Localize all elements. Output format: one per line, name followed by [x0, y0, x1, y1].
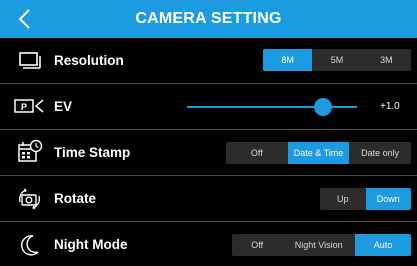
time-stamp-selector: Off Date & Time Date only	[226, 142, 411, 164]
time-stamp-option[interactable]: Date & Time	[287, 142, 350, 164]
rotate-selector: Up Down	[320, 188, 411, 210]
night-mode-row: Night Mode Off Night Vision Auto	[0, 222, 417, 266]
time-stamp-label: Time Stamp	[54, 145, 131, 160]
resolution-label: Resolution	[54, 53, 124, 68]
rotate-label: Rotate	[54, 191, 97, 206]
rotate-option[interactable]: Down	[365, 188, 411, 210]
rotate-row: Rotate Up Down	[0, 176, 417, 221]
night-mode-option[interactable]: Off	[232, 234, 282, 256]
night-mode-option[interactable]: Auto	[355, 234, 411, 256]
ev-value: +1.0	[380, 101, 400, 112]
chevron-left-icon	[18, 9, 30, 29]
ev-slider-thumb[interactable]	[314, 98, 332, 116]
resolution-icon	[17, 47, 43, 73]
calendar-clock-icon	[17, 139, 43, 165]
resolution-option[interactable]: 5M	[312, 49, 361, 71]
camera-setting-screen: CAMERA SETTING Resolution 8M 5M 3M P EV	[0, 0, 417, 266]
resolution-row: Resolution 8M 5M 3M	[0, 38, 417, 83]
ev-slider[interactable]	[187, 84, 357, 129]
time-stamp-option[interactable]: Off	[226, 142, 288, 164]
night-mode-selector: Off Night Vision Auto	[232, 234, 411, 256]
svg-text:P: P	[21, 102, 27, 112]
ev-label: EV	[54, 99, 73, 114]
header-bar: CAMERA SETTING	[0, 0, 417, 38]
ev-row: P EV +1.0	[0, 84, 417, 129]
resolution-selector: 8M 5M 3M	[263, 49, 411, 71]
resolution-option[interactable]: 8M	[263, 49, 313, 71]
rotate-camera-icon	[17, 186, 43, 212]
ev-icon: P	[14, 93, 46, 119]
rotate-option[interactable]: Up	[320, 188, 366, 210]
moon-icon	[17, 232, 43, 258]
night-mode-option[interactable]: Night Vision	[282, 234, 355, 256]
time-stamp-option[interactable]: Date only	[349, 142, 411, 164]
night-mode-label: Night Mode	[54, 237, 128, 252]
back-button[interactable]	[10, 5, 38, 33]
resolution-option[interactable]: 3M	[362, 49, 411, 71]
page-title: CAMERA SETTING	[135, 10, 282, 27]
time-stamp-row: Time Stamp Off Date & Time Date only	[0, 130, 417, 175]
